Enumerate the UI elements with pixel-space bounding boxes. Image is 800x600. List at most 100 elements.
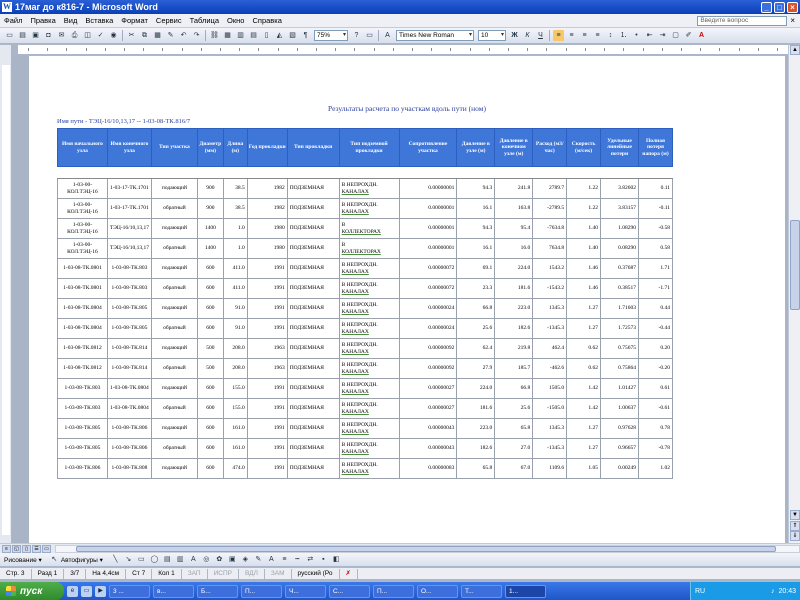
clipart-icon[interactable]: ✿ — [214, 554, 225, 565]
save-icon[interactable]: ▣ — [30, 30, 41, 41]
picture-icon[interactable]: ▣ — [227, 554, 238, 565]
print-layout-icon[interactable]: ▯ — [22, 544, 31, 553]
line-spacing-icon[interactable]: ↕ — [605, 30, 616, 41]
columns-icon[interactable]: ▯ — [261, 30, 272, 41]
bullets-icon[interactable]: • — [631, 30, 642, 41]
start-button[interactable]: пуск — [0, 582, 64, 600]
menu-tools[interactable]: Сервис — [152, 16, 186, 25]
taskbar-item-active[interactable]: 1... — [505, 584, 546, 598]
vertical-scrollbar[interactable]: ▲ ▼ ⇑ ⇓ — [788, 45, 800, 543]
align-left-icon[interactable]: ≡ — [553, 30, 564, 41]
vertical-ruler[interactable] — [0, 45, 12, 543]
taskbar-item[interactable]: О... — [417, 584, 458, 598]
spelling-icon[interactable]: ✓ — [95, 30, 106, 41]
document-page[interactable]: Результаты расчета по участкам вдоль пут… — [29, 56, 785, 543]
minimize-button[interactable]: _ — [761, 1, 772, 13]
taskbar-item[interactable]: П... — [373, 584, 414, 598]
menu-edit[interactable]: Правка — [26, 16, 59, 25]
maximize-button[interactable]: □ — [774, 1, 785, 13]
new-document-icon[interactable]: ▭ — [4, 30, 15, 41]
permission-icon[interactable]: ◘ — [43, 30, 54, 41]
document-map-icon[interactable]: ▧ — [287, 30, 298, 41]
help-icon[interactable]: ? — [351, 30, 362, 41]
line-icon[interactable]: ╲ — [110, 554, 121, 565]
language-indicator[interactable]: RU — [691, 588, 705, 595]
taskbar-item[interactable]: 3 ... — [109, 584, 150, 598]
status-record[interactable]: ЗАП — [182, 568, 208, 579]
taskbar-item[interactable]: Т... — [461, 584, 502, 598]
outline-view-icon[interactable]: ☰ — [32, 544, 41, 553]
underline-icon[interactable]: Ч — [535, 30, 546, 41]
vertical-textbox-icon[interactable]: ▥ — [175, 554, 186, 565]
menu-help[interactable]: Справка — [248, 16, 285, 25]
print-preview-icon[interactable]: ◫ — [82, 30, 93, 41]
increase-indent-icon[interactable]: ⇥ — [657, 30, 668, 41]
menu-window[interactable]: Окно — [223, 16, 248, 25]
scroll-down-icon[interactable]: ▼ — [790, 510, 800, 520]
quicklaunch-desktop-icon[interactable]: ▭ — [81, 585, 92, 597]
oval-icon[interactable]: ◯ — [149, 554, 160, 565]
line-style-icon[interactable]: ≡ — [279, 554, 290, 565]
borders-icon[interactable]: ▢ — [670, 30, 681, 41]
font-select[interactable]: Times New Roman — [396, 30, 474, 41]
hscroll-thumb[interactable] — [76, 545, 776, 552]
dash-style-icon[interactable]: ┅ — [292, 554, 303, 565]
status-overwrite[interactable]: ЗАМ — [265, 568, 292, 579]
italic-icon[interactable]: К — [522, 30, 533, 41]
volume-icon[interactable]: ♪ — [771, 588, 775, 595]
email-icon[interactable]: ✉ — [56, 30, 67, 41]
align-right-icon[interactable]: ≡ — [579, 30, 590, 41]
close-button[interactable]: × — [787, 1, 798, 13]
diagram-icon[interactable]: ◎ — [201, 554, 212, 565]
copy-icon[interactable]: ⧉ — [139, 30, 150, 41]
show-hide-icon[interactable]: ¶ — [300, 30, 311, 41]
bold-icon[interactable]: Ж — [509, 30, 520, 41]
line-color-icon[interactable]: ✎ — [253, 554, 264, 565]
insert-table-icon[interactable]: ▥ — [235, 30, 246, 41]
ask-question-input[interactable]: Введите вопрос — [697, 15, 788, 26]
align-center-icon[interactable]: ≡ — [566, 30, 577, 41]
hyperlink-icon[interactable]: ⛓ — [209, 30, 220, 41]
horizontal-ruler[interactable] — [18, 45, 788, 55]
wordart-icon[interactable]: A — [188, 554, 199, 565]
drawing-icon[interactable]: ◭ — [274, 30, 285, 41]
highlight-icon[interactable]: ✐ — [683, 30, 694, 41]
status-track[interactable]: ИСПР — [208, 568, 239, 579]
quicklaunch-ie-icon[interactable]: e — [67, 585, 78, 597]
normal-view-icon[interactable]: ≡ — [2, 544, 11, 553]
numbering-icon[interactable]: ⒈ — [618, 30, 629, 41]
paste-icon[interactable]: ▦ — [152, 30, 163, 41]
quicklaunch-media-icon[interactable]: ▶ — [95, 585, 106, 597]
insert-excel-icon[interactable]: ▤ — [248, 30, 259, 41]
menu-insert[interactable]: Вставка — [81, 16, 117, 25]
spelling-status-icon[interactable]: ✗ — [340, 568, 358, 579]
menu-file[interactable]: Файл — [0, 16, 26, 25]
open-icon[interactable]: ▤ — [17, 30, 28, 41]
format-painter-icon[interactable]: ✎ — [165, 30, 176, 41]
redo-icon[interactable]: ↷ — [191, 30, 202, 41]
arrow-style-icon[interactable]: ⇄ — [305, 554, 316, 565]
next-page-icon[interactable]: ⇓ — [790, 531, 800, 541]
zoom-select[interactable]: 75% — [314, 30, 348, 41]
reading-view-icon[interactable]: ▭ — [42, 544, 51, 553]
cut-icon[interactable]: ✂ — [126, 30, 137, 41]
web-view-icon[interactable]: ◱ — [12, 544, 21, 553]
close-document-icon[interactable]: × — [790, 16, 795, 25]
fill-color-icon[interactable]: ◈ — [240, 554, 251, 565]
read-icon[interactable]: ▭ — [364, 30, 375, 41]
menu-table[interactable]: Таблица — [186, 16, 223, 25]
font-color-icon[interactable]: A — [696, 30, 707, 41]
status-extend[interactable]: ВДЛ — [239, 568, 265, 579]
decrease-indent-icon[interactable]: ⇤ — [644, 30, 655, 41]
autoshapes-menu[interactable]: Автофигуры ▾ — [61, 556, 103, 564]
styles-icon[interactable]: A — [382, 30, 393, 41]
justify-icon[interactable]: ≡ — [592, 30, 603, 41]
menu-format[interactable]: Формат — [117, 16, 152, 25]
rectangle-icon[interactable]: ▭ — [136, 554, 147, 565]
select-objects-icon[interactable]: ↖ — [49, 554, 60, 565]
arrow-icon[interactable]: ↘ — [123, 554, 134, 565]
tables-borders-icon[interactable]: ▦ — [222, 30, 233, 41]
taskbar-item[interactable]: Ч... — [285, 584, 326, 598]
scroll-thumb[interactable] — [790, 220, 800, 310]
print-icon[interactable]: ⎙ — [69, 30, 80, 41]
